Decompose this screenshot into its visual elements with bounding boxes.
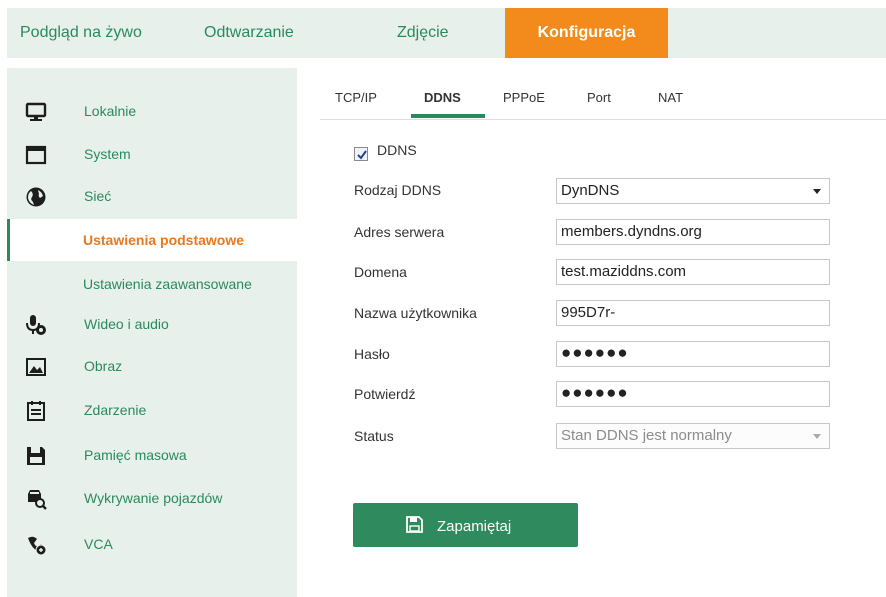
tab-tcpip[interactable]: TCP/IP [335, 90, 377, 105]
sidebar-subitem-label: Ustawienia zaawansowane [83, 276, 252, 292]
status-label: Status [354, 428, 394, 444]
sidebar-item-label: Zdarzenie [84, 402, 147, 418]
tab-nat[interactable]: NAT [658, 90, 683, 105]
nav-live-view[interactable]: Podgląd na żywo [20, 8, 142, 58]
tab-port[interactable]: Port [587, 90, 611, 105]
ddns-type-value: DynDNS [561, 182, 620, 199]
vehicle-search-icon [25, 488, 47, 510]
monitor-icon [25, 101, 47, 123]
globe-icon [25, 186, 47, 208]
sidebar-item-label: Wykrywanie pojazdów [84, 490, 223, 506]
ddns-checkbox-label: DDNS [377, 142, 417, 158]
nav-playback[interactable]: Odtwarzanie [204, 8, 294, 58]
status-select: Stan DDNS jest normalny [556, 423, 830, 449]
chevron-down-icon [813, 434, 821, 439]
sidebar-item-label: Lokalnie [84, 103, 137, 119]
tab-pppoe[interactable]: PPPoE [503, 90, 545, 105]
sidebar-item-vca[interactable]: VCA [7, 526, 297, 562]
sidebar-item-label: Sieć [84, 188, 112, 204]
sidebar-item-image[interactable]: Obraz [7, 348, 297, 384]
sidebar-item-label: System [84, 146, 131, 162]
username-label: Nazwa użytkownika [354, 305, 477, 321]
ddns-enable-checkbox[interactable] [354, 147, 368, 161]
top-navigation: Podgląd na żywo Odtwarzanie Zdjęcie Konf… [0, 0, 886, 60]
sidebar-item-system[interactable]: System [7, 136, 297, 172]
sidebar-item-label: Wideo i audio [84, 316, 169, 332]
ddns-type-label: Rodzaj DDNS [354, 182, 442, 198]
sidebar-item-label: Obraz [84, 358, 123, 374]
floppy-icon [406, 516, 423, 536]
password-field[interactable]: ●●●●●● [556, 341, 830, 367]
sidebar-item-label: Pamięć masowa [84, 447, 187, 463]
nav-picture[interactable]: Zdjęcie [397, 8, 449, 58]
status-value: Stan DDNS jest normalny [561, 427, 732, 444]
chevron-down-icon [813, 189, 821, 194]
image-icon [25, 356, 47, 378]
nav-configuration[interactable]: Konfiguracja [505, 8, 668, 58]
save-button-label: Zapamiętaj [437, 518, 512, 535]
ddns-type-select[interactable]: DynDNS [556, 178, 830, 204]
tab-ddns[interactable]: DDNS [424, 90, 461, 105]
sidebar-item-vehicle-detection[interactable]: Wykrywanie pojazdów [7, 480, 297, 516]
server-address-field[interactable]: members.dyndns.org [556, 219, 830, 245]
domain-field[interactable]: test.maziddns.com [556, 259, 830, 285]
save-button[interactable]: Zapamiętaj [353, 503, 578, 547]
floppy-icon [25, 445, 47, 467]
sidebar-item-label: VCA [84, 536, 113, 552]
window-icon [25, 144, 47, 166]
sidebar-subitem-basic-settings[interactable]: Ustawienia podstawowe [7, 219, 297, 261]
microphone-icon [25, 314, 47, 336]
active-tab-indicator [411, 114, 485, 118]
sidebar-item-local[interactable]: Lokalnie [7, 93, 297, 129]
tab-bar: TCP/IP DDNS PPPoE Port NAT [320, 84, 886, 120]
checkmark-icon [357, 150, 367, 160]
sidebar-subitem-advanced-settings[interactable]: Ustawienia zaawansowane [7, 263, 297, 305]
confirm-password-field[interactable]: ●●●●●● [556, 381, 830, 407]
server-address-label: Adres serwera [354, 224, 445, 240]
vca-icon [25, 534, 47, 556]
sidebar-item-network[interactable]: Sieć [7, 178, 297, 214]
sidebar-item-video-audio[interactable]: Wideo i audio [7, 306, 297, 342]
password-label: Hasło [354, 346, 390, 362]
domain-label: Domena [354, 264, 407, 280]
sidebar-item-storage[interactable]: Pamięć masowa [7, 437, 297, 473]
username-field[interactable]: 995D7r- [556, 300, 830, 326]
sidebar-subitem-label: Ustawienia podstawowe [83, 232, 245, 248]
sidebar-item-event[interactable]: Zdarzenie [7, 392, 297, 428]
calendar-icon [25, 400, 47, 422]
confirm-password-label: Potwierdź [354, 386, 416, 402]
